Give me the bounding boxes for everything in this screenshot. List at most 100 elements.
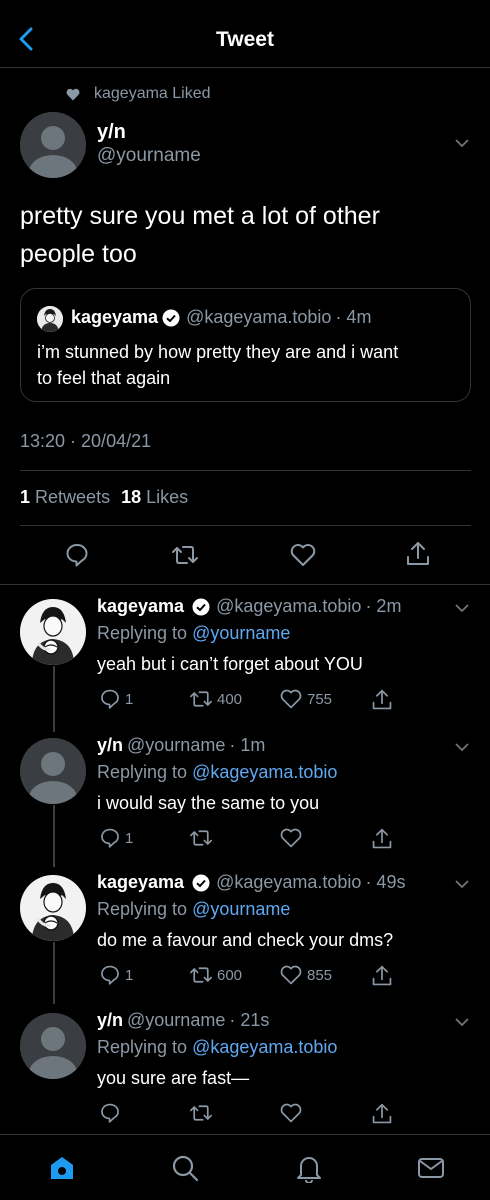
retweets-count[interactable]: 1 — [20, 487, 30, 507]
reply-button[interactable]: 1 — [99, 688, 133, 710]
quote-text: i’m stunned by how pretty they are and i… — [37, 339, 457, 391]
reply-actions: 1 400 755 — [97, 688, 397, 712]
reply-text: do me a favour and check your dms? — [97, 930, 394, 950]
reply-author-name[interactable]: kageyama — [97, 872, 184, 893]
reply-count: 1 — [125, 966, 134, 984]
reply-author-handle[interactable]: @yourname — [127, 1010, 225, 1031]
verified-badge-icon — [192, 598, 210, 615]
retweet-icon — [190, 691, 212, 707]
reply-author-handle[interactable]: @yourname — [127, 735, 225, 756]
replying-to-link[interactable]: @kageyama.tobio — [192, 1037, 337, 1057]
retweet-button[interactable]: 400 — [189, 688, 242, 710]
chevron-down-icon[interactable] — [454, 879, 470, 889]
reply-author-handle[interactable]: @kageyama.tobio — [216, 596, 361, 617]
reply-author-name[interactable]: y/n — [97, 1010, 123, 1031]
reply-author-handle[interactable]: @kageyama.tobio — [216, 872, 361, 893]
reply-text: yeah but i can’t forget about YOU — [97, 654, 363, 674]
thread-line — [53, 942, 55, 1004]
search-icon[interactable] — [170, 1153, 200, 1183]
replying-to-prefix: Replying to — [97, 899, 188, 919]
reply-icon[interactable] — [64, 542, 90, 568]
thread-line — [53, 805, 55, 867]
reply-count: 1 — [125, 690, 134, 708]
reply-author-name[interactable]: kageyama — [97, 596, 184, 617]
reply-button[interactable]: 1 — [99, 827, 133, 849]
reply-icon — [101, 828, 119, 848]
reply-time: · 1m — [229, 735, 266, 755]
retweet-icon — [190, 830, 212, 846]
social-context-text: kageyama Liked — [94, 85, 211, 102]
messages-icon[interactable] — [416, 1153, 446, 1183]
replying-to: Replying to @yourname — [97, 623, 290, 644]
avatar[interactable] — [20, 1013, 86, 1079]
reply-button[interactable]: 1 — [99, 964, 133, 986]
chevron-down-icon[interactable] — [454, 138, 470, 148]
quote-header: kageyama @kageyama.tobio · 4m — [71, 307, 371, 328]
chevron-down-icon[interactable] — [454, 742, 470, 752]
reply-header: y/n @yourname · 1m — [97, 735, 265, 756]
reply-icon — [101, 689, 119, 709]
like-button[interactable] — [279, 1102, 307, 1124]
retweet-button[interactable]: 600 — [189, 964, 242, 986]
like-icon — [280, 1103, 302, 1123]
share-button[interactable] — [371, 688, 393, 712]
likes-count[interactable]: 18 — [121, 487, 141, 507]
avatar[interactable] — [20, 875, 86, 941]
reply-actions: 1 — [97, 827, 397, 851]
tweet-text-line: pretty sure you met a lot of other — [20, 202, 380, 230]
quoted-tweet[interactable]: kageyama @kageyama.tobio · 4m i’m stunne… — [20, 288, 471, 402]
reply-icon — [101, 965, 119, 985]
home-icon[interactable] — [47, 1153, 77, 1183]
notifications-icon[interactable] — [294, 1153, 324, 1183]
replying-to-link[interactable]: @kageyama.tobio — [192, 762, 337, 782]
reply-header: kageyama @kageyama.tobio · 2m — [97, 596, 401, 617]
share-button[interactable] — [371, 1102, 393, 1126]
author-name[interactable]: y/n — [97, 121, 126, 144]
like-button[interactable] — [279, 827, 307, 849]
share-button[interactable] — [371, 964, 393, 988]
reply-button[interactable] — [99, 1102, 125, 1124]
likes-label[interactable]: Likes — [146, 487, 188, 507]
reply-count: 1 — [125, 829, 134, 847]
retweet-icon[interactable] — [171, 542, 199, 568]
top-bar: Tweet — [0, 0, 490, 68]
divider — [20, 525, 471, 526]
heart-icon — [66, 88, 80, 100]
replying-to: Replying to @yourname — [97, 899, 290, 920]
avatar[interactable] — [20, 112, 86, 178]
reply-time: · 2m — [365, 596, 402, 616]
tweet-text: pretty sure you met a lot of other peopl… — [20, 197, 470, 273]
quote-text-line: i’m stunned by how pretty they are and i… — [37, 342, 399, 362]
thread-line — [53, 666, 55, 732]
reply-header: y/n @yourname · 21s — [97, 1010, 269, 1031]
reply-author-name[interactable]: y/n — [97, 735, 123, 756]
retweet-button[interactable] — [189, 827, 217, 849]
like-icon — [280, 828, 302, 848]
quote-time: · 4m — [335, 307, 372, 327]
chevron-down-icon[interactable] — [454, 1017, 470, 1027]
chevron-down-icon[interactable] — [454, 603, 470, 613]
like-icon[interactable] — [289, 542, 317, 568]
author-handle[interactable]: @yourname — [97, 145, 201, 167]
avatar[interactable] — [20, 599, 86, 665]
like-icon — [280, 689, 302, 709]
quote-author-handle: @kageyama.tobio — [186, 307, 332, 327]
like-button[interactable]: 755 — [279, 688, 332, 710]
replying-to-prefix: Replying to — [97, 762, 188, 782]
share-icon — [372, 965, 392, 986]
quote-text-line: to feel that again — [37, 368, 171, 388]
replying-to-link[interactable]: @yourname — [192, 899, 290, 919]
retweet-count: 600 — [217, 966, 243, 984]
avatar[interactable] — [20, 738, 86, 804]
share-icon[interactable] — [405, 540, 431, 568]
replying-to-link[interactable]: @yourname — [192, 623, 290, 643]
social-context: kageyama Liked — [66, 85, 211, 103]
retweet-count: 400 — [217, 690, 243, 708]
retweets-label[interactable]: Retweets — [35, 487, 110, 507]
retweet-icon — [190, 1105, 212, 1121]
like-button[interactable]: 855 — [279, 964, 332, 986]
retweet-button[interactable] — [189, 1102, 217, 1124]
reply-actions — [97, 1102, 397, 1126]
share-icon — [372, 689, 392, 710]
share-button[interactable] — [371, 827, 393, 851]
